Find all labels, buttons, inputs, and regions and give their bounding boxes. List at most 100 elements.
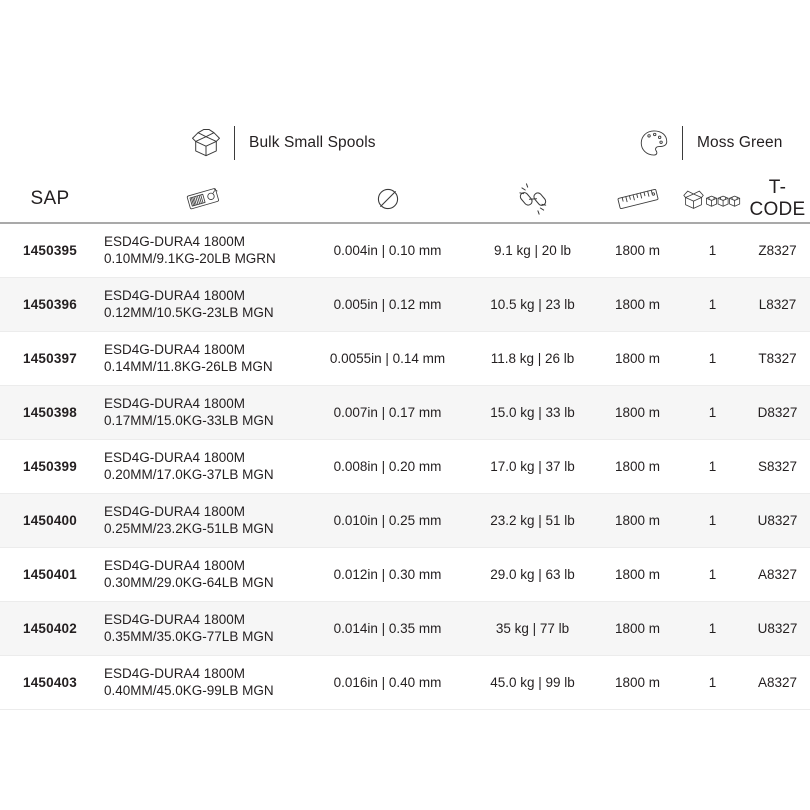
cell-units: 1: [680, 601, 745, 656]
column-header-units: [680, 176, 745, 224]
cell-description: ESD4G-DURA4 1800M 0.17MM/15.0KG-33LB MGN: [100, 385, 305, 440]
description-line-2: 0.10MM/9.1KG-20LB MGRN: [104, 251, 276, 267]
cell-sap: 1450403: [0, 655, 100, 710]
table-row[interactable]: 1450395 ESD4G-DURA4 1800M 0.10MM/9.1KG-2…: [0, 223, 810, 278]
table-header: SAP T-CODE: [0, 176, 810, 224]
attribute-color-label: Moss Green: [697, 134, 783, 151]
description-line-1: ESD4G-DURA4 1800M: [104, 504, 246, 519]
cell-diameter: 0.007in | 0.17 mm: [305, 385, 470, 440]
column-header-sap-label: SAP: [30, 188, 70, 209]
table-header-row: SAP T-CODE: [0, 176, 810, 224]
column-header-tcode: T-CODE: [745, 176, 810, 224]
cell-diameter: 0.012in | 0.30 mm: [305, 547, 470, 602]
table-row[interactable]: 1450403 ESD4G-DURA4 1800M 0.40MM/45.0KG-…: [0, 655, 810, 710]
description-line-1: ESD4G-DURA4 1800M: [104, 666, 246, 681]
table-row[interactable]: 1450397 ESD4G-DURA4 1800M 0.14MM/11.8KG-…: [0, 331, 810, 386]
cell-sap: 1450401: [0, 547, 100, 602]
cell-description: ESD4G-DURA4 1800M 0.25MM/23.2KG-51LB MGN: [100, 493, 305, 548]
table-row[interactable]: 1450402 ESD4G-DURA4 1800M 0.35MM/35.0KG-…: [0, 601, 810, 656]
description-line-2: 0.14MM/11.8KG-26LB MGN: [104, 359, 273, 374]
cell-diameter: 0.016in | 0.40 mm: [305, 655, 470, 710]
cell-tcode: U8327: [745, 601, 810, 656]
cell-tcode: D8327: [745, 385, 810, 440]
column-header-strength: [470, 176, 595, 224]
cell-strength: 23.2 kg | 51 lb: [470, 493, 595, 548]
cell-diameter: 0.008in | 0.20 mm: [305, 439, 470, 494]
cell-units: 1: [680, 385, 745, 440]
table-row[interactable]: 1450401 ESD4G-DURA4 1800M 0.30MM/29.0KG-…: [0, 547, 810, 602]
cell-strength: 11.8 kg | 26 lb: [470, 331, 595, 386]
description-line-2: 0.40MM/45.0KG-99LB MGN: [104, 683, 274, 698]
table-row[interactable]: 1450400 ESD4G-DURA4 1800M 0.25MM/23.2KG-…: [0, 493, 810, 548]
cell-length: 1800 m: [595, 655, 680, 710]
description-line-1: ESD4G-DURA4 1800M: [104, 558, 246, 573]
cell-length: 1800 m: [595, 385, 680, 440]
chain-link-strength-icon: [470, 177, 595, 221]
cell-length: 1800 m: [595, 439, 680, 494]
cell-strength: 45.0 kg | 99 lb: [470, 655, 595, 710]
cell-sap: 1450402: [0, 601, 100, 656]
table-row[interactable]: 1450398 ESD4G-DURA4 1800M 0.17MM/15.0KG-…: [0, 385, 810, 440]
cell-tcode: Z8327: [745, 223, 810, 278]
cell-sap: 1450395: [0, 223, 100, 278]
attribute-color: Moss Green: [634, 121, 782, 165]
cell-description: ESD4G-DURA4 1800M 0.20MM/17.0KG-37LB MGN: [100, 439, 305, 494]
column-header-tcode-label: T-CODE: [749, 177, 806, 220]
cell-length: 1800 m: [595, 601, 680, 656]
open-box-icon: [186, 123, 226, 163]
cell-description: ESD4G-DURA4 1800M 0.10MM/9.1KG-20LB MGRN: [100, 223, 305, 278]
cell-description: ESD4G-DURA4 1800M 0.12MM/10.5KG-23LB MGN: [100, 277, 305, 332]
ruler-icon: [595, 177, 680, 221]
cell-units: 1: [680, 277, 745, 332]
cell-sap: 1450400: [0, 493, 100, 548]
description-line-2: 0.17MM/15.0KG-33LB MGN: [104, 413, 274, 428]
cell-description: ESD4G-DURA4 1800M 0.14MM/11.8KG-26LB MGN: [100, 331, 305, 386]
cell-tcode: S8327: [745, 439, 810, 494]
cell-units: 1: [680, 493, 745, 548]
box-units-icon: [680, 177, 745, 221]
cell-units: 1: [680, 223, 745, 278]
description-line-1: ESD4G-DURA4 1800M: [104, 396, 246, 411]
attribute-packaging: Bulk Small Spools: [186, 121, 376, 165]
attribute-divider: [234, 126, 235, 160]
description-line-1: ESD4G-DURA4 1800M: [104, 450, 246, 465]
cell-tcode: U8327: [745, 493, 810, 548]
attribute-bar: Bulk Small Spools Moss Green: [0, 112, 810, 174]
cell-sap: 1450397: [0, 331, 100, 386]
cell-units: 1: [680, 439, 745, 494]
table-body: 1450395 ESD4G-DURA4 1800M 0.10MM/9.1KG-2…: [0, 223, 810, 710]
column-header-diameter: [305, 176, 470, 224]
column-header-length: [595, 176, 680, 224]
description-line-2: 0.35MM/35.0KG-77LB MGN: [104, 629, 274, 644]
description-line-1: ESD4G-DURA4 1800M: [104, 234, 246, 250]
cell-sap: 1450398: [0, 385, 100, 440]
cell-length: 1800 m: [595, 331, 680, 386]
spec-table-page: Bulk Small Spools Moss Green SAP T-CODE …: [0, 0, 810, 810]
description-line-2: 0.30MM/29.0KG-64LB MGN: [104, 575, 274, 590]
description-line-1: ESD4G-DURA4 1800M: [104, 342, 246, 357]
cell-length: 1800 m: [595, 223, 680, 278]
cell-tcode: T8327: [745, 331, 810, 386]
cell-length: 1800 m: [595, 277, 680, 332]
cell-strength: 35 kg | 77 lb: [470, 601, 595, 656]
paint-palette-icon: [634, 123, 674, 163]
column-header-description: [100, 176, 305, 224]
cell-length: 1800 m: [595, 547, 680, 602]
cell-sap: 1450396: [0, 277, 100, 332]
cell-tcode: L8327: [745, 277, 810, 332]
description-line-2: 0.20MM/17.0KG-37LB MGN: [104, 467, 274, 482]
product-spec-table: SAP T-CODE 1450395 ESD4G-DURA4 1800M 0.1…: [0, 176, 810, 710]
table-row[interactable]: 1450399 ESD4G-DURA4 1800M 0.20MM/17.0KG-…: [0, 439, 810, 494]
table-row[interactable]: 1450396 ESD4G-DURA4 1800M 0.12MM/10.5KG-…: [0, 277, 810, 332]
cell-diameter: 0.014in | 0.35 mm: [305, 601, 470, 656]
attribute-packaging-label: Bulk Small Spools: [249, 134, 376, 151]
cell-units: 1: [680, 655, 745, 710]
cell-tcode: A8327: [745, 655, 810, 710]
cell-diameter: 0.004in | 0.10 mm: [305, 223, 470, 278]
cell-units: 1: [680, 331, 745, 386]
description-line-2: 0.12MM/10.5KG-23LB MGN: [104, 305, 274, 320]
cell-length: 1800 m: [595, 493, 680, 548]
cell-diameter: 0.005in | 0.12 mm: [305, 277, 470, 332]
cell-description: ESD4G-DURA4 1800M 0.40MM/45.0KG-99LB MGN: [100, 655, 305, 710]
cell-strength: 9.1 kg | 20 lb: [470, 223, 595, 278]
